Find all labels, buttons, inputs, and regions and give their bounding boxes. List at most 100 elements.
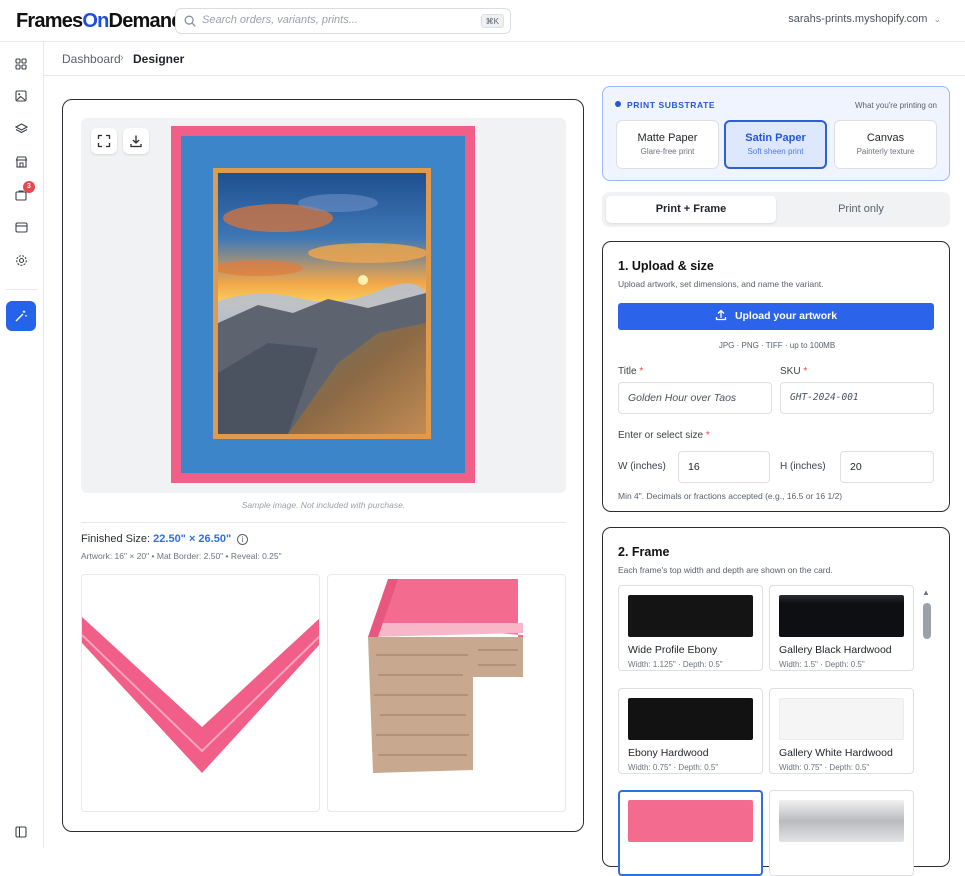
frame-depth: Depth: 0.5" (682, 660, 723, 669)
artwork-image (218, 173, 426, 434)
substrate-heading: PRINT SUBSTRATE (615, 100, 715, 110)
fullscreen-button[interactable] (91, 128, 117, 154)
accepted-formats: JPG · PNG · TIFF · up to 100MB (718, 341, 836, 350)
substrate-option-sub: Soft sheen print (747, 147, 804, 156)
frame-width: Width: 1.5" (779, 660, 818, 669)
store-name: sarahs-prints.myshopify.com (788, 13, 928, 25)
frame-card[interactable]: Wide Profile Ebony Width: 1.125" · Depth… (618, 585, 763, 671)
finished-size: Finished Size: 22.50" × 26.50" i (81, 533, 249, 545)
substrate-option-title: Satin Paper (745, 132, 806, 144)
width-field[interactable]: 16 (678, 451, 770, 483)
tab-print-only[interactable]: Print only (776, 196, 946, 223)
frame-panel: 2. Frame Each frame's top width and dept… (602, 527, 950, 876)
panel-title: 1. Upload & size (618, 259, 714, 273)
rail-divider (6, 289, 38, 290)
mat-border (181, 136, 465, 473)
frame-name: Wide Profile Ebony (628, 644, 718, 656)
frame-card[interactable]: Ebony Hardwood Width: 0.75" · Depth: 0.5… (618, 688, 763, 774)
required-marker: * (803, 366, 808, 377)
info-icon[interactable]: i (237, 534, 249, 545)
frame-width: Width: 0.75" (628, 763, 672, 772)
substrate-option-matte[interactable]: Matte Paper Glare-free print (616, 120, 719, 169)
title-label: Title * (618, 366, 643, 377)
upload-icon (715, 309, 727, 321)
required-marker: * (639, 366, 644, 377)
frame-swatch (628, 800, 753, 842)
breadcrumb-current: Designer (133, 52, 185, 66)
frame-dimensions: Width: 1.125" · Depth: 0.5" (628, 660, 723, 669)
dimension-breakdown: Artwork: 16" × 20" • Mat Border: 2.50" •… (81, 551, 282, 561)
search-placeholder: Search orders, variants, prints... (202, 14, 358, 26)
image-icon[interactable] (11, 86, 31, 106)
app-logo[interactable]: FramesOnDemand (16, 10, 183, 33)
frame-swatch (628, 595, 753, 637)
sku-label: SKU * (780, 366, 807, 377)
orders-icon[interactable]: 3 (11, 181, 35, 205)
store-switcher[interactable]: sarahs-prints.myshopify.com ⌄ (788, 13, 941, 25)
store-icon[interactable] (11, 152, 31, 172)
substrate-option-sub: Painterly texture (856, 147, 915, 156)
height-field[interactable]: 20 (840, 451, 934, 483)
required-marker: * (705, 430, 710, 441)
card-icon[interactable] (11, 217, 31, 237)
frame-depth: Depth: 0.5" (829, 763, 870, 772)
search-icon (184, 15, 196, 27)
substrate-option-satin[interactable]: Satin Paper Soft sheen print (724, 120, 827, 169)
substrate-option-title: Canvas (866, 132, 905, 144)
title-label-text: Title (618, 366, 637, 377)
sku-label-text: SKU (780, 366, 801, 377)
mat-reveal (213, 168, 431, 439)
frame-dimensions: Width: 0.75" · Depth: 0.5" (628, 763, 719, 772)
chevron-down-icon: ⌄ (933, 14, 941, 24)
dot-icon (615, 101, 621, 107)
breadcrumb-dashboard[interactable]: Dashboard (62, 52, 121, 66)
sidebar-collapse-icon[interactable] (11, 822, 31, 842)
sample-caption: Sample image. Not included with purchase… (241, 500, 406, 510)
substrate-option-sub: Glare-free print (640, 147, 695, 156)
substrate-option-canvas[interactable]: Canvas Painterly texture (834, 120, 937, 169)
frame-swatch (628, 698, 753, 740)
frame-card[interactable]: Gallery White Hardwood Width: 0.75" · De… (769, 688, 914, 774)
sidebar-rail: 3 (0, 42, 44, 848)
title-field[interactable]: Golden Hour over Taos (618, 382, 772, 414)
panel-subtitle: Each frame's top width and depth are sho… (618, 565, 833, 575)
size-note: Min 4". Decimals or fractions accepted (… (618, 491, 843, 501)
top-bar: FramesOnDemand Search orders, variants, … (0, 0, 965, 42)
preview-card: Sample image. Not included with purchase… (62, 99, 584, 832)
preview-stage (81, 118, 566, 493)
substrate-hint: What you're printing on (854, 101, 937, 110)
upload-artwork-button[interactable]: Upload your artwork (618, 303, 934, 330)
frame-swatch (779, 698, 904, 740)
upload-size-panel: 1. Upload & size Upload artwork, set dim… (602, 241, 950, 512)
search-shortcut: ⌘K (480, 14, 504, 28)
frame-width: Width: 0.75" (779, 763, 823, 772)
frame-card[interactable]: Gallery Black Hardwood Width: 1.5" · Dep… (769, 585, 914, 671)
frame-preview (171, 126, 475, 483)
frame-name: Gallery Black Hardwood (779, 644, 892, 656)
layers-icon[interactable] (11, 119, 31, 139)
frame-depth: Depth: 0.5" (678, 763, 719, 772)
magic-wand-icon[interactable] (6, 301, 36, 331)
size-label-text: Enter or select size (618, 430, 704, 441)
download-button[interactable] (123, 128, 149, 154)
frame-dimensions: Width: 1.5" · Depth: 0.5" (779, 660, 865, 669)
scrollbar-thumb[interactable] (923, 603, 931, 639)
panel-subtitle: Upload artwork, set dimensions, and name… (618, 279, 824, 289)
settings-icon[interactable] (11, 250, 31, 270)
substrate-option-title: Matte Paper (637, 132, 698, 144)
upload-button-label: Upload your artwork (734, 310, 838, 322)
grid-icon[interactable] (11, 54, 31, 74)
divider (81, 522, 566, 523)
tab-print-frame[interactable]: Print + Frame (606, 196, 776, 223)
frame-name: Gallery White Hardwood (779, 747, 893, 759)
sku-field[interactable]: GHT-2024-001 (780, 382, 934, 414)
frame-card[interactable] (769, 790, 914, 876)
frame-profile-sample (327, 574, 566, 812)
frame-width: Width: 1.125" (628, 660, 676, 669)
scroll-up-icon[interactable]: ▲ (922, 588, 930, 597)
frame-depth: Depth: 0.5" (824, 660, 865, 669)
chevron-right-icon: › (120, 52, 124, 64)
search-input[interactable]: Search orders, variants, prints... ⌘K (175, 8, 511, 34)
finished-size-value: 22.50" × 26.50" (153, 533, 232, 545)
frame-card-selected[interactable] (618, 790, 763, 876)
